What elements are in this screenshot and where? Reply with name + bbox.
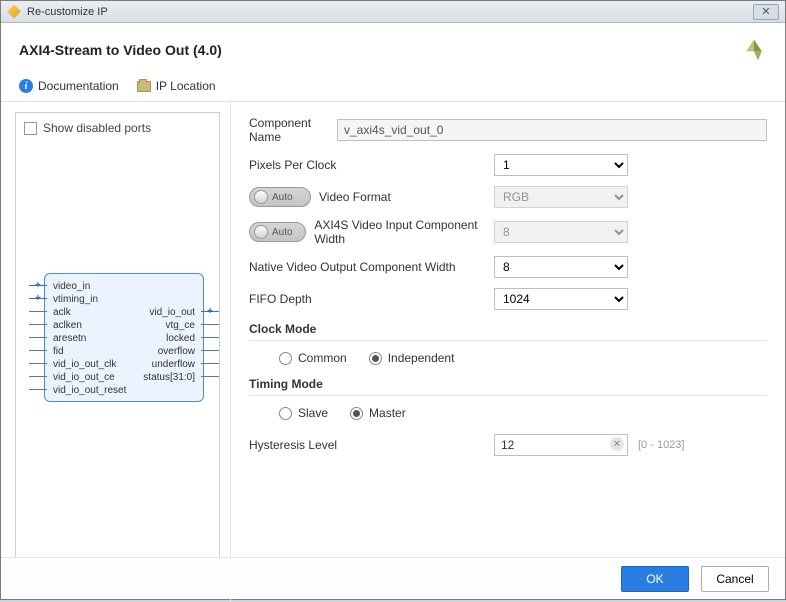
port-vid-io-out-clk: vid_io_out_clk	[53, 358, 116, 371]
port-locked: locked	[166, 332, 195, 345]
pixels-per-clock-select[interactable]: 1	[494, 154, 628, 176]
vendor-icon	[741, 37, 767, 63]
port-underflow: underflow	[152, 358, 195, 371]
block-preview-box: Show disabled ports +video_in +vtiming_i…	[15, 112, 220, 592]
ip-title: AXI4-Stream to Video Out (4.0)	[19, 42, 222, 58]
show-disabled-ports-label: Show disabled ports	[43, 121, 151, 135]
toolbar: i Documentation IP Location	[1, 75, 785, 102]
fifo-depth-select[interactable]: 1024	[494, 288, 628, 310]
port-vid-io-out-ce: vid_io_out_ce	[53, 371, 115, 384]
timing-mode-heading: Timing Mode	[249, 377, 767, 396]
port-vid-io-out-reset: vid_io_out_reset	[53, 384, 126, 397]
fifo-depth-label: FIFO Depth	[249, 292, 494, 306]
axi4s-width-label: AXI4S Video Input Component Width	[314, 218, 494, 246]
pixels-per-clock-label: Pixels Per Clock	[249, 158, 494, 172]
axi4s-width-select: 8	[494, 221, 628, 243]
port-vtiming-in: +vtiming_in	[53, 293, 98, 306]
port-aresetn: aresetn	[53, 332, 86, 345]
port-fid: fid	[53, 345, 64, 358]
port-status: status[31:0]	[143, 371, 195, 384]
port-aclken: aclken	[53, 319, 82, 332]
documentation-link[interactable]: i Documentation	[19, 79, 119, 93]
show-disabled-ports-checkbox[interactable]: Show disabled ports	[24, 121, 211, 135]
ip-location-link[interactable]: IP Location	[137, 79, 216, 93]
body: Show disabled ports +video_in +vtiming_i…	[1, 102, 785, 602]
ip-location-label: IP Location	[156, 79, 216, 93]
toggle-knob-icon	[254, 190, 268, 204]
video-format-select: RGB	[494, 186, 628, 208]
radio-icon	[369, 352, 382, 365]
port-vtg-ce: vtg_ce	[166, 319, 195, 332]
port-overflow: overflow	[158, 345, 195, 358]
window-title: Re-customize IP	[27, 6, 753, 18]
titlebar: Re-customize IP ✕	[1, 1, 785, 23]
component-name-input[interactable]	[337, 119, 767, 141]
dialog-window: Re-customize IP ✕ AXI4-Stream to Video O…	[0, 0, 786, 600]
ip-header: AXI4-Stream to Video Out (4.0)	[1, 23, 785, 75]
radio-icon	[350, 407, 363, 420]
info-icon: i	[19, 79, 33, 93]
hysteresis-range-hint: [0 - 1023]	[638, 439, 684, 451]
timing-mode-master-radio[interactable]: Master	[350, 406, 406, 420]
port-video-in: +video_in	[53, 280, 90, 293]
timing-mode-group: Slave Master	[279, 406, 767, 420]
documentation-label: Documentation	[38, 79, 119, 93]
clock-mode-heading: Clock Mode	[249, 322, 767, 341]
close-icon[interactable]: ✕	[753, 4, 779, 20]
native-width-select[interactable]: 8	[494, 256, 628, 278]
axi4s-width-auto-toggle[interactable]: Auto	[249, 222, 306, 242]
left-pane: Show disabled ports +video_in +vtiming_i…	[1, 102, 231, 602]
clock-mode-common-radio[interactable]: Common	[279, 351, 347, 365]
port-aclk: aclk	[53, 306, 71, 319]
cancel-button[interactable]: Cancel	[701, 566, 769, 592]
checkbox-icon	[24, 122, 37, 135]
right-pane: Component Name Pixels Per Clock 1 Auto V…	[231, 102, 785, 602]
toggle-knob-icon	[254, 225, 268, 239]
clock-mode-group: Common Independent	[279, 351, 767, 365]
video-format-label: Video Format	[319, 190, 391, 204]
ok-button[interactable]: OK	[621, 566, 689, 592]
hysteresis-input[interactable]	[494, 434, 628, 456]
timing-mode-slave-radio[interactable]: Slave	[279, 406, 328, 420]
radio-icon	[279, 407, 292, 420]
component-name-label: Component Name	[249, 116, 337, 144]
native-width-label: Native Video Output Component Width	[249, 260, 494, 274]
hysteresis-label: Hysteresis Level	[249, 438, 494, 452]
folder-icon	[137, 81, 151, 92]
window-buttons: ✕	[753, 4, 779, 20]
clear-icon[interactable]: ✕	[610, 437, 624, 451]
clock-mode-independent-radio[interactable]: Independent	[369, 351, 455, 365]
video-format-auto-toggle[interactable]: Auto	[249, 187, 311, 207]
radio-icon	[279, 352, 292, 365]
dialog-footer: OK Cancel	[1, 557, 785, 599]
ip-block-diagram: +video_in +vtiming_in aclk vid_io_out+ ac…	[44, 273, 204, 402]
port-vid-io-out: vid_io_out+	[149, 306, 195, 319]
app-icon	[7, 5, 21, 19]
